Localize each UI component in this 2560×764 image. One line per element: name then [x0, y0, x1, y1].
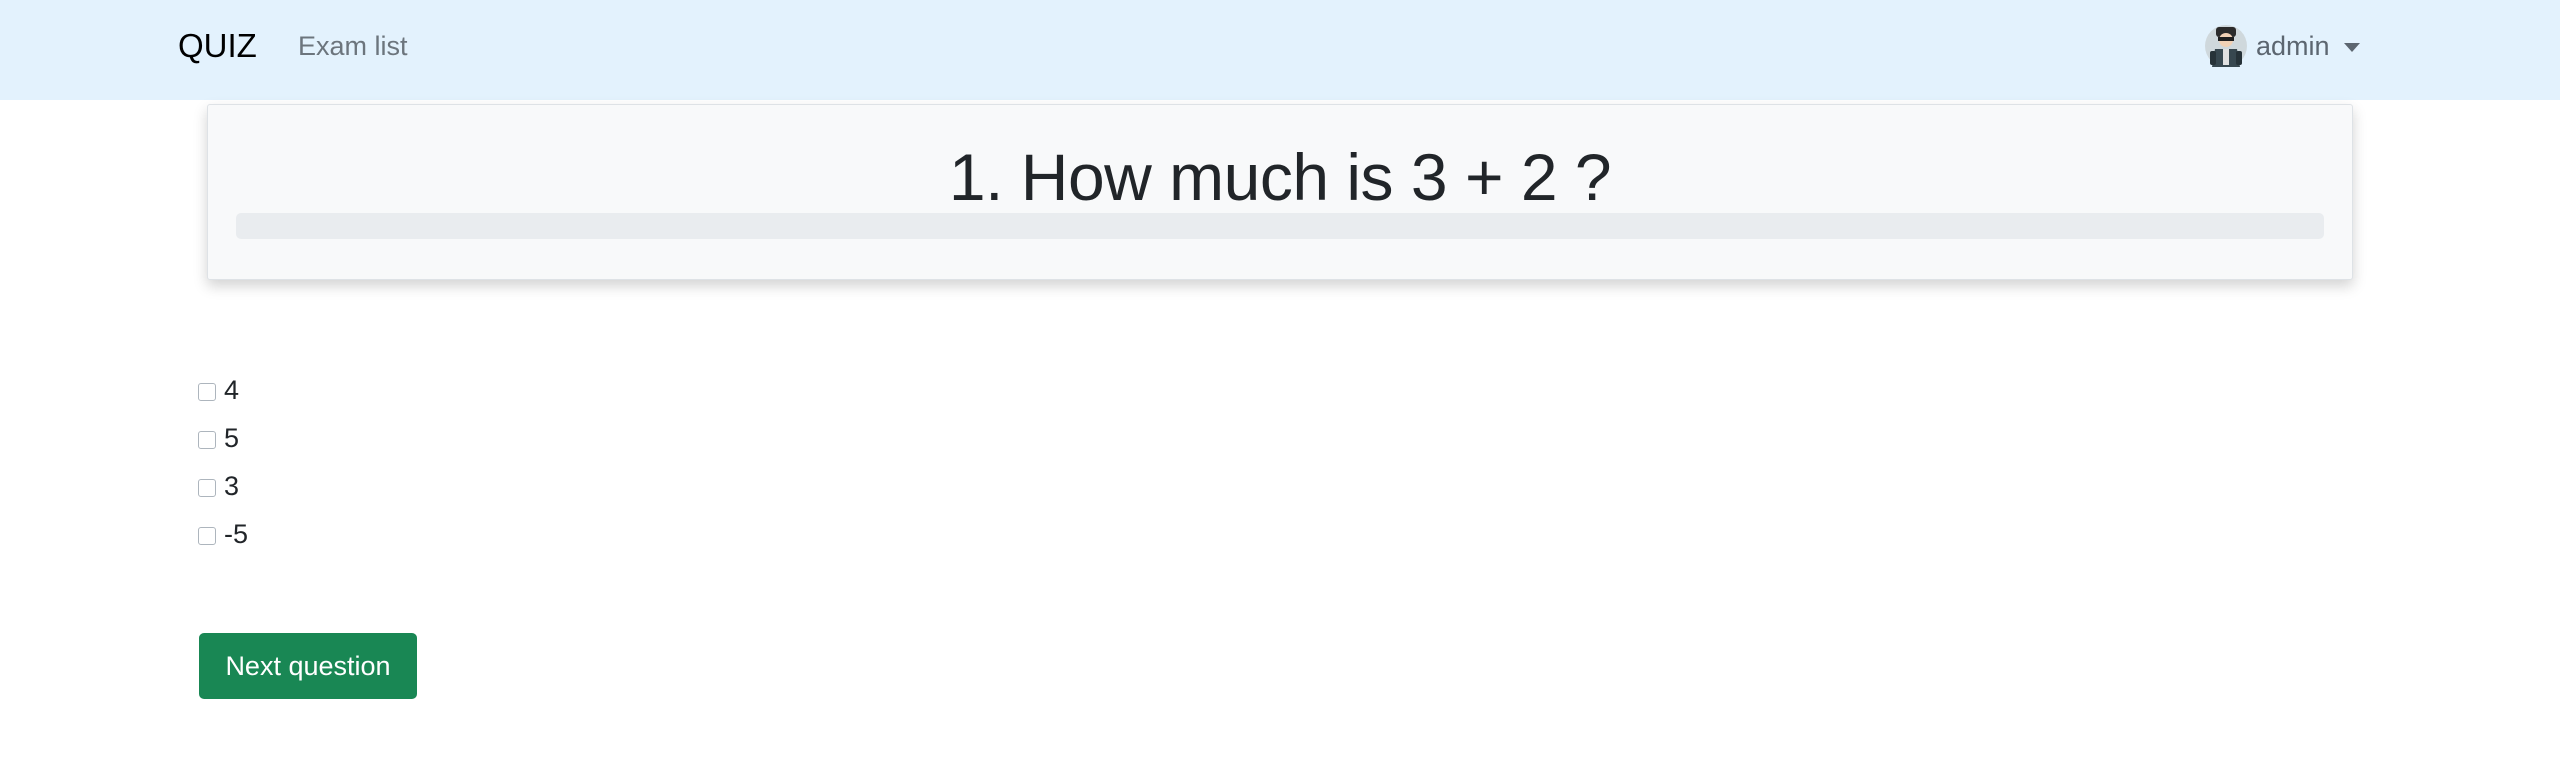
answer-checkbox[interactable]: [198, 527, 216, 545]
user-name: admin: [2256, 30, 2330, 61]
question-title: 1. How much is 3 + 2 ?: [948, 140, 1612, 214]
nav-link-exam-list[interactable]: Exam list: [298, 26, 408, 66]
next-question-button[interactable]: Next question: [199, 633, 417, 699]
answer-checkbox[interactable]: [198, 479, 216, 497]
user-menu-dropdown[interactable]: admin: [2204, 20, 2360, 72]
progress-bar: [236, 213, 2324, 239]
answer-option[interactable]: 5: [198, 414, 248, 462]
answer-label: 3: [224, 471, 240, 501]
chevron-down-icon: [2343, 42, 2360, 52]
answer-option[interactable]: 3: [198, 462, 248, 510]
answer-checkbox[interactable]: [198, 383, 216, 401]
answer-checkbox[interactable]: [198, 431, 216, 449]
question-card: 1. How much is 3 + 2 ?: [207, 104, 2353, 280]
brand-logo[interactable]: QUIZ: [178, 22, 257, 70]
answer-option[interactable]: 4: [198, 366, 248, 414]
answer-label: 5: [224, 423, 240, 453]
navbar: QUIZ Exam list admin: [0, 0, 2560, 100]
answer-list: 4 5 3 -5: [198, 366, 248, 558]
user-avatar-icon: [2205, 25, 2247, 67]
answer-label: -5: [224, 519, 249, 549]
answer-option[interactable]: -5: [198, 510, 248, 558]
answer-label: 4: [224, 375, 240, 405]
